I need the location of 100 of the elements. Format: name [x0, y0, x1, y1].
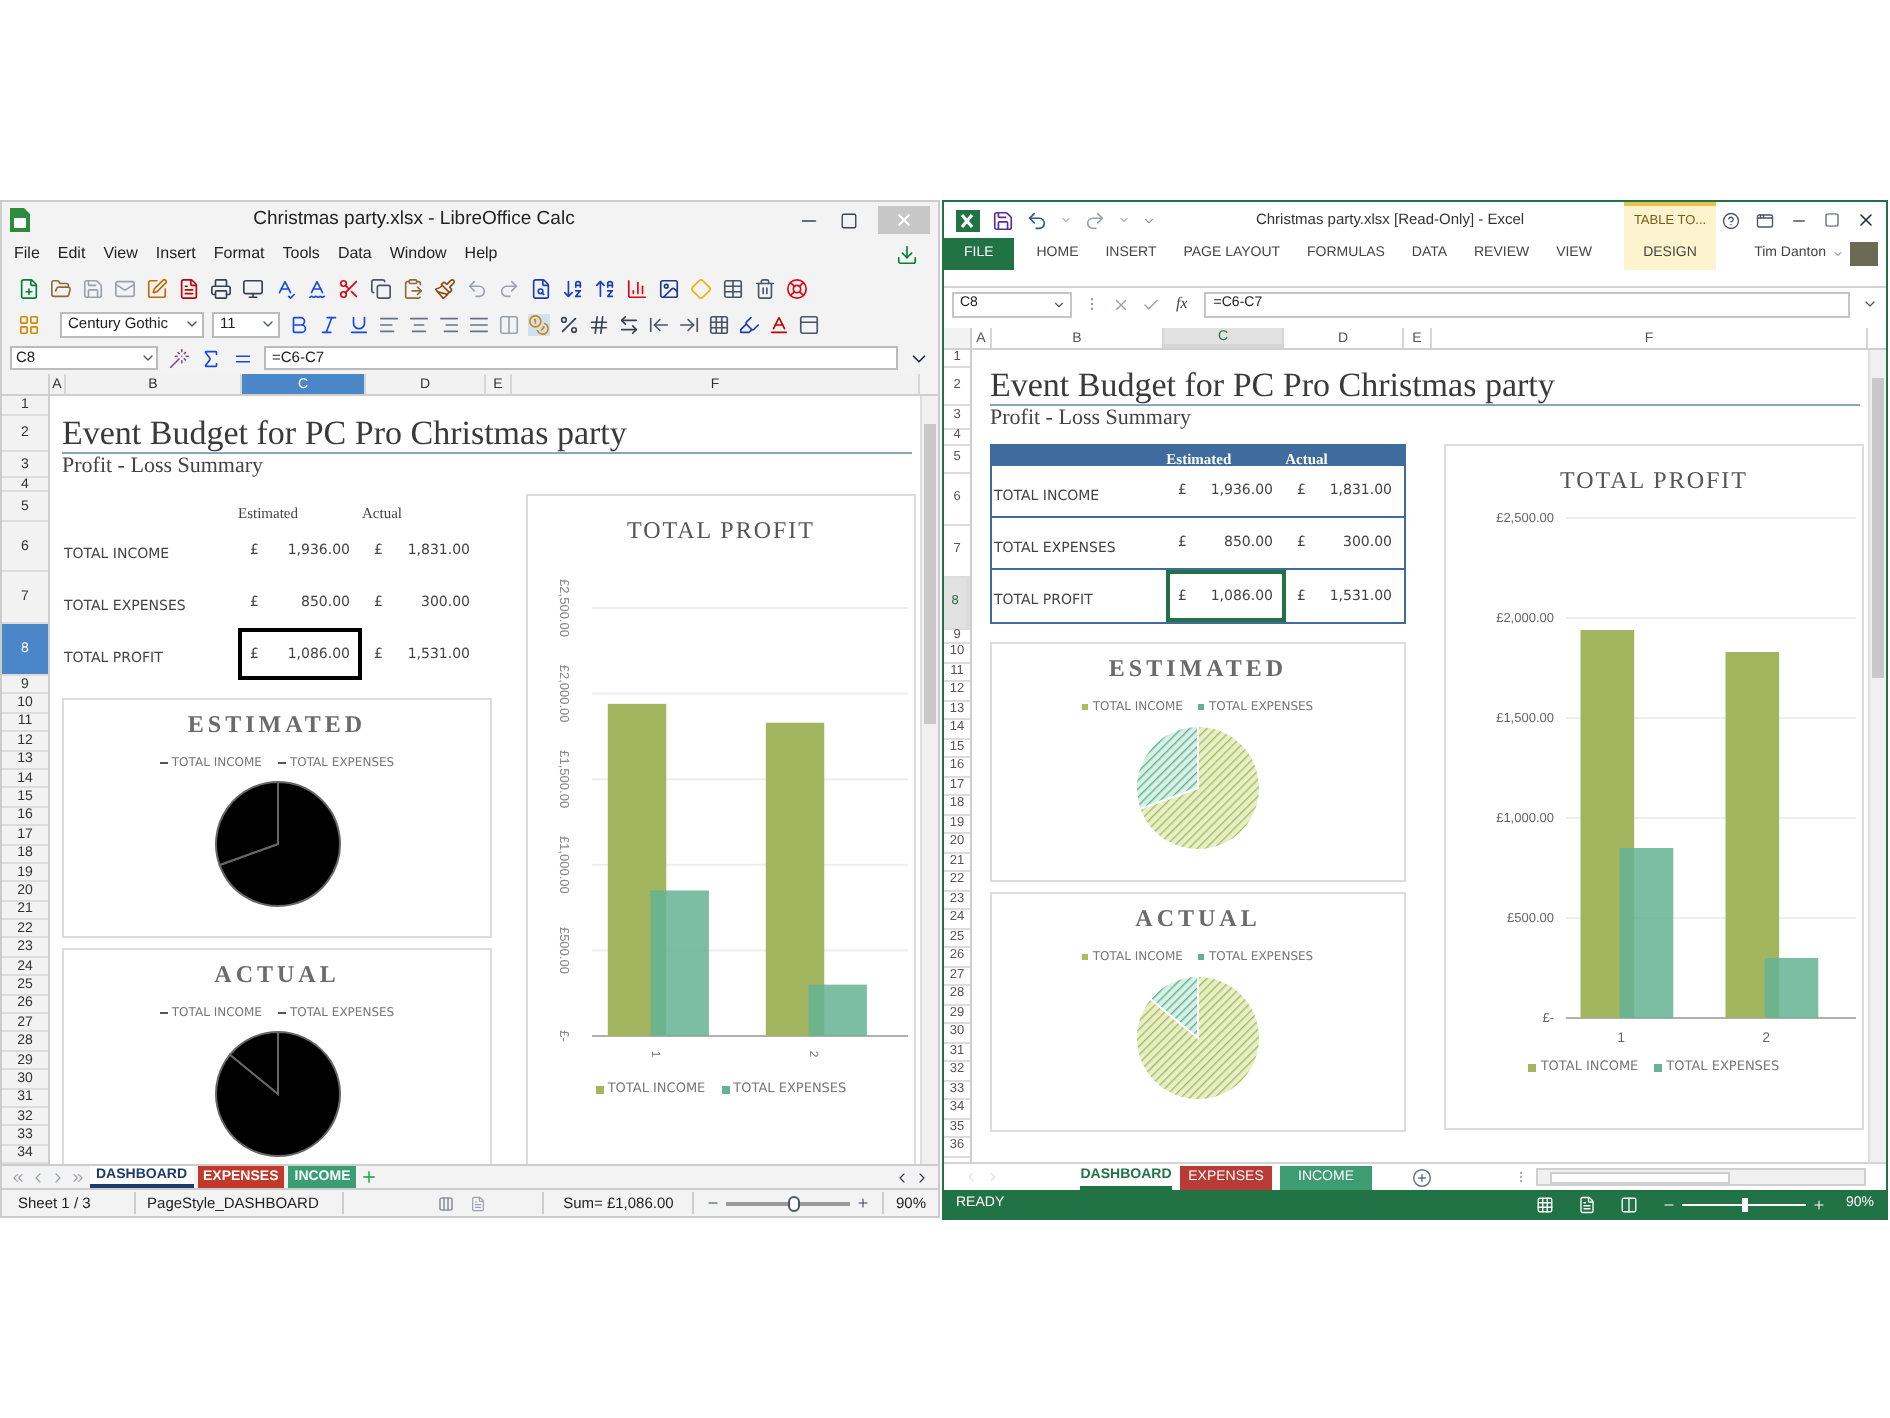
chart-icon[interactable]	[626, 277, 648, 299]
sort-descending-icon[interactable]	[594, 277, 616, 299]
lifebuoy-icon[interactable]	[786, 277, 808, 299]
close-icon	[894, 210, 914, 230]
sheet-title: Event Budget for PC Pro Christmas party	[990, 368, 1555, 404]
page-layout-icon[interactable]	[1577, 1195, 1596, 1213]
chart-title: ESTIMATED	[187, 710, 367, 738]
selection-mode-icon[interactable]	[438, 1195, 455, 1211]
hash-icon[interactable]	[588, 313, 610, 335]
zoom-out-icon[interactable]	[705, 1196, 720, 1210]
add-sheet-icon[interactable]	[360, 1168, 379, 1186]
previous-sheet-icon[interactable]	[30, 1169, 46, 1185]
paintbrush-icon[interactable]	[434, 277, 456, 299]
bold-icon[interactable]	[288, 313, 310, 335]
align-left-icon[interactable]	[378, 313, 400, 335]
normal-view-icon[interactable]	[1535, 1195, 1554, 1213]
download-icon[interactable]	[896, 243, 918, 265]
next-sheet-icon[interactable]	[50, 1169, 66, 1185]
horizontal-scrollbar[interactable]	[1536, 1168, 1866, 1186]
coins-icon[interactable]	[528, 313, 550, 335]
menu-item[interactable]: Edit	[57, 242, 86, 266]
chart-title: TOTAL PROFIT	[1559, 466, 1749, 494]
menu-item[interactable]: File	[14, 242, 40, 266]
undo-icon[interactable]	[1026, 209, 1048, 231]
menu-item[interactable]: View	[103, 242, 138, 266]
spellcheck-icon[interactable]	[306, 277, 328, 299]
customize-icon[interactable]	[1142, 213, 1156, 227]
highlighter-icon[interactable]	[738, 313, 760, 335]
copy-icon[interactable]	[370, 277, 392, 299]
zoom-slider-thumb[interactable]	[1741, 1197, 1748, 1211]
monitor-icon[interactable]	[242, 277, 264, 299]
align-center-icon[interactable]	[408, 313, 430, 335]
search-icon[interactable]	[530, 277, 552, 299]
ribbon-display-icon[interactable]	[1756, 211, 1774, 229]
vertical-scrollbar[interactable]	[1868, 350, 1886, 1162]
scroll-left-icon[interactable]	[894, 1169, 910, 1185]
document-icon[interactable]	[178, 277, 200, 299]
menu-item[interactable]: Format	[213, 242, 265, 266]
legend-marker-icon	[1528, 1063, 1537, 1072]
merge-cells-icon[interactable]	[498, 313, 520, 335]
align-right-icon[interactable]	[438, 313, 460, 335]
indent-increase-icon[interactable]	[678, 313, 700, 335]
legend-marker-icon	[159, 1012, 168, 1014]
edit-icon[interactable]	[146, 277, 168, 299]
sort-ascending-icon[interactable]	[562, 277, 584, 299]
zoom-slider-thumb[interactable]	[788, 1195, 801, 1211]
printer-icon[interactable]	[210, 277, 232, 299]
redo-icon[interactable]	[498, 277, 520, 299]
folder-icon[interactable]	[50, 277, 72, 299]
menu-item[interactable]: Tools	[282, 242, 320, 266]
underline-icon[interactable]	[348, 313, 370, 335]
sum-icon[interactable]	[200, 347, 222, 369]
align-justify-icon[interactable]	[468, 313, 490, 335]
scissors-icon[interactable]	[338, 277, 360, 299]
menu-item[interactable]: Help	[464, 242, 498, 266]
add-sheet-icon[interactable]	[1412, 1167, 1432, 1187]
table-icon[interactable]	[722, 277, 744, 299]
new-file-icon[interactable]	[18, 277, 40, 299]
help-icon[interactable]	[1722, 211, 1740, 229]
zoom-in-icon[interactable]	[855, 1196, 870, 1210]
save-icon[interactable]	[992, 209, 1014, 231]
image-icon[interactable]	[658, 277, 680, 299]
pie-chart-drawing	[1134, 724, 1262, 852]
app-logo-icon	[956, 209, 980, 231]
borders-icon[interactable]	[708, 313, 730, 335]
legend-marker-icon	[1198, 704, 1205, 710]
pie-chart-drawing	[213, 780, 341, 908]
maximize-icon[interactable]	[840, 211, 858, 229]
spellcheck-icon[interactable]	[274, 277, 296, 299]
close-icon[interactable]	[1856, 210, 1876, 230]
indent-decrease-icon[interactable]	[648, 313, 670, 335]
cancel-icon[interactable]	[1112, 295, 1130, 313]
italic-icon[interactable]	[318, 313, 340, 335]
app-logo-icon	[10, 208, 30, 232]
chart-title: ACTUAL	[1135, 904, 1261, 932]
trash-icon[interactable]	[754, 277, 776, 299]
scroll-right-icon[interactable]	[914, 1169, 930, 1185]
arrows-icon[interactable]	[618, 313, 640, 335]
menu-item[interactable]: Insert	[155, 242, 196, 266]
enter-icon[interactable]	[1142, 295, 1160, 313]
function-wizard-icon[interactable]	[168, 347, 190, 369]
styles-icon[interactable]	[18, 313, 40, 335]
menu-item[interactable]: Window	[389, 242, 447, 266]
legend-marker-icon	[1082, 704, 1089, 710]
mail-icon[interactable]	[114, 277, 136, 299]
font-color-icon[interactable]	[768, 313, 790, 335]
expand-icon[interactable]	[1862, 296, 1878, 312]
page-break-icon[interactable]	[1619, 1195, 1638, 1213]
insert-function-button[interactable]: fx	[1172, 292, 1192, 316]
document-icon[interactable]	[470, 1195, 487, 1211]
chart-title: ACTUAL	[214, 960, 340, 988]
percent-icon[interactable]	[558, 313, 580, 335]
clipboard-icon[interactable]	[402, 277, 424, 299]
vertical-scrollbar[interactable]	[920, 396, 938, 1164]
panel-icon[interactable]	[798, 313, 820, 335]
menu-item[interactable]: Data	[337, 242, 372, 266]
zoom-in-icon[interactable]	[1811, 1197, 1826, 1211]
legend-marker-icon	[1654, 1063, 1663, 1072]
first-sheet-icon[interactable]	[10, 1169, 26, 1185]
redo-icon[interactable]	[1084, 209, 1106, 231]
